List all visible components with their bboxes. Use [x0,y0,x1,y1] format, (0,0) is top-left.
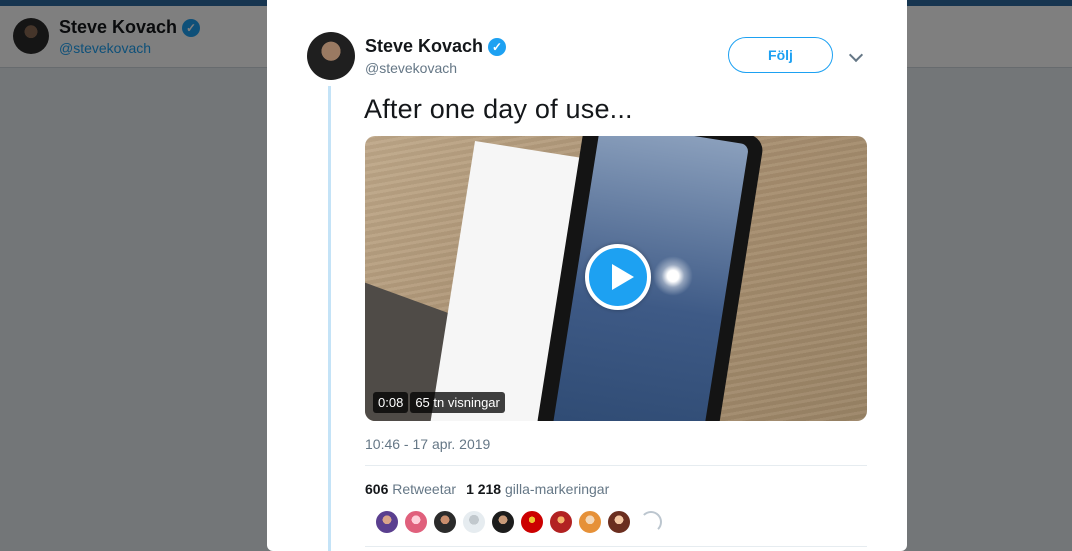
verified-badge-icon: ✓ [488,37,507,56]
follow-button[interactable]: Följ [728,37,833,73]
retweets-stat[interactable]: 606 Retweetar [365,481,456,497]
liker-avatar[interactable] [491,510,515,534]
video-frame-glare [653,256,693,296]
retweets-label: Retweetar [392,481,457,497]
author-avatar[interactable] [307,32,355,80]
liker-avatar[interactable] [404,510,428,534]
liker-avatar[interactable] [520,510,544,534]
tweet-modal: Steve Kovach ✓ @stevekovach Följ After o… [267,0,907,551]
liker-avatar[interactable] [433,510,457,534]
likes-count: 1 218 [466,481,502,497]
tweet-text: After one day of use... [364,94,633,124]
likes-label: gilla-markeringar [505,481,610,497]
tweet-stats: 606 Retweetar 1 218 gilla-markeringar [365,481,609,497]
likers-avatars [375,510,662,534]
divider [365,546,867,547]
video-views: 65 tn visningar [410,392,505,413]
liker-avatar[interactable] [462,510,486,534]
likes-stat[interactable]: 1 218 gilla-markeringar [466,481,609,497]
author-handle[interactable]: @stevekovach [365,60,457,76]
video-duration: 0:08 [373,392,409,413]
video-meta: 0:08 65 tn visningar [373,392,505,413]
play-button[interactable] [585,244,651,310]
chevron-down-icon[interactable] [848,47,864,63]
liker-avatar[interactable] [549,510,573,534]
author-name-row: Steve Kovach ✓ [365,36,507,57]
divider [365,465,867,466]
liker-avatar[interactable] [578,510,602,534]
author-name[interactable]: Steve Kovach [365,36,483,57]
video-player[interactable]: 0:08 65 tn visningar [365,136,867,421]
thread-line [328,86,331,551]
loading-spinner-icon [640,511,662,533]
liker-avatar[interactable] [375,510,399,534]
tweet-timestamp[interactable]: 10:46 - 17 apr. 2019 [365,436,490,452]
retweets-count: 606 [365,481,389,497]
liker-avatar[interactable] [607,510,631,534]
play-icon [612,264,634,290]
